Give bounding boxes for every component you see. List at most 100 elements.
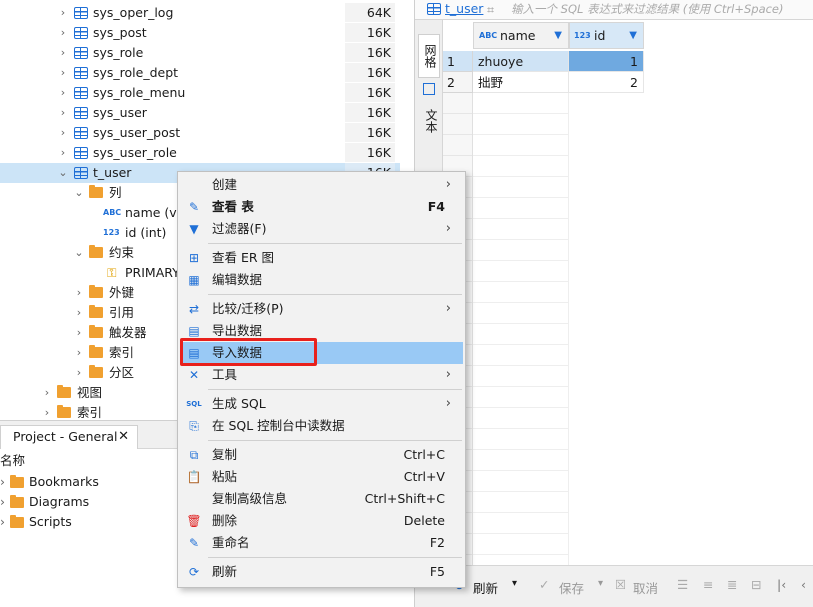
expand-arrow-icon[interactable]: › (58, 123, 68, 143)
tools-icon: ✕ (188, 368, 200, 382)
sort-arrow-icon[interactable]: ▼ (554, 23, 562, 49)
tab-project-general[interactable]: Project - General ✕ (0, 425, 138, 449)
cancel-icon[interactable]: ☒ (615, 577, 626, 592)
menu-item-refresh[interactable]: ⟳ 刷新 F5 (180, 561, 463, 583)
expand-arrow-icon[interactable]: › (42, 403, 52, 420)
expand-arrow-icon[interactable]: › (74, 323, 84, 343)
tree-row-sys-user-role[interactable]: › sys_user_role 16K (0, 143, 400, 163)
number-type-icon: 123 (103, 228, 120, 237)
menu-item-shortcut: Ctrl+V (403, 469, 445, 484)
collapse-arrow-icon[interactable]: ⌄ (74, 183, 84, 203)
expand-arrow-icon[interactable]: › (58, 23, 68, 43)
tree-row-sys-role-menu[interactable]: › sys_role_menu 16K (0, 83, 400, 103)
edit-row-icon[interactable]: ☰ (677, 577, 688, 592)
cell-name[interactable]: 拙野 (473, 72, 569, 93)
tab-text[interactable]: 文本 (418, 100, 440, 142)
menu-item-view-er-diagram[interactable]: ⊞ 查看 ER 图 (180, 247, 463, 269)
menu-item-read-in-sql-console[interactable]: ⎘ 在 SQL 控制台中读数据 (180, 415, 463, 437)
empty-grid-area (473, 93, 569, 565)
save-icon[interactable]: ✓ (539, 577, 549, 592)
tree-row-sys-role[interactable]: › sys_role 16K (0, 43, 400, 63)
tree-row-sys-role-dept[interactable]: › sys_role_dept 16K (0, 63, 400, 83)
column-header-id[interactable]: 123 id ▼ (569, 22, 644, 49)
menu-item-label: 比较/迁移(P) (212, 301, 284, 316)
menu-item-edit-data[interactable]: ▦ 编辑数据 (180, 269, 463, 291)
tree-row-sys-post[interactable]: › sys_post 16K (0, 23, 400, 43)
tab-grid[interactable]: 网格 (418, 34, 440, 78)
table-link[interactable]: t_user (445, 1, 483, 16)
menu-item-shortcut: F2 (429, 535, 445, 550)
expand-arrow-icon[interactable]: › (74, 363, 84, 383)
delete-row-icon[interactable]: ⊟ (751, 577, 761, 592)
close-icon[interactable]: ✕ (118, 426, 129, 448)
menu-item-label: 过滤器(F) (212, 221, 267, 236)
expand-arrow-icon[interactable]: › (58, 63, 68, 83)
save-button[interactable]: 保存 (559, 578, 584, 597)
menu-item-tools[interactable]: ✕ 工具 › (180, 364, 463, 386)
submenu-arrow-icon: › (445, 221, 451, 236)
menu-item-copy-advanced[interactable]: 复制高级信息 Ctrl+Shift+C (180, 488, 463, 510)
menu-item-paste[interactable]: 📋 粘贴 Ctrl+V (180, 466, 463, 488)
tree-row-sys-user[interactable]: › sys_user 16K (0, 103, 400, 123)
menu-item-compare-migrate[interactable]: ⇄ 比较/迁移(P) › (180, 298, 463, 320)
collapse-arrow-icon[interactable]: ⌄ (74, 243, 84, 263)
tree-row-label: 视图 (77, 385, 103, 400)
table-size: 16K (345, 63, 395, 82)
expand-arrow-icon[interactable]: › (58, 3, 68, 23)
filter-history-icon[interactable]: ⌗ (487, 2, 494, 18)
tree-row-sys-oper-log[interactable]: › sys_oper_log 64K (0, 3, 400, 23)
row-number[interactable]: 2 (443, 72, 473, 93)
menu-item-label: 查看 ER 图 (212, 250, 275, 265)
delete-icon: 🗑 (186, 514, 202, 528)
menu-item-view-table[interactable]: ✎ 查看 表 F4 (180, 196, 463, 218)
expand-arrow-icon[interactable]: › (74, 283, 84, 303)
prev-page-icon[interactable]: ‹ (801, 577, 806, 592)
column-header-name[interactable]: ABC name ▼ (473, 22, 569, 49)
rename-icon: ✎ (188, 536, 200, 550)
first-page-icon[interactable]: |‹ (777, 577, 786, 592)
menu-item-rename[interactable]: ✎ 重命名 F2 (180, 532, 463, 554)
scripts-folder-icon (10, 515, 24, 528)
refresh-button[interactable]: 刷新 (473, 578, 498, 597)
folder-icon (89, 285, 103, 298)
menu-item-label: 编辑数据 (212, 272, 263, 287)
menu-item-label: 工具 (212, 367, 238, 382)
expand-arrow-icon[interactable]: › (74, 343, 84, 363)
menu-item-create[interactable]: 创建 › (180, 174, 463, 196)
tree-row-sys-user-post[interactable]: › sys_user_post 16K (0, 123, 400, 143)
expand-arrow-icon[interactable]: › (58, 43, 68, 63)
expand-arrow-icon[interactable]: › (58, 143, 68, 163)
tree-row-label: sys_oper_log (93, 5, 174, 20)
collapse-arrow-icon[interactable]: ⌄ (58, 163, 68, 183)
chevron-down-icon[interactable]: ▾ (512, 578, 517, 589)
result-grid: ABC name ▼ 123 id ▼ 1 zhuoye 1 2 拙野 2 (443, 20, 813, 565)
expand-arrow-icon[interactable]: › (0, 472, 5, 492)
cancel-button[interactable]: 取消 (633, 578, 658, 597)
menu-item-generate-sql[interactable]: SQL 生成 SQL › (180, 393, 463, 415)
add-row-icon[interactable]: ≡ (703, 577, 713, 592)
filter-input[interactable]: 输入一个 SQL 表达式来过滤结果 (使用 Ctrl+Space) (511, 1, 784, 17)
tree-row-label: 索引 (77, 405, 103, 420)
expand-arrow-icon[interactable]: › (42, 383, 52, 403)
table-icon (74, 67, 88, 79)
pencil-icon: ✎ (188, 200, 200, 214)
table-size: 16K (345, 143, 395, 162)
menu-item-label: 在 SQL 控制台中读数据 (212, 418, 345, 433)
expand-arrow-icon[interactable]: › (58, 103, 68, 123)
chevron-down-icon[interactable]: ▾ (598, 578, 603, 589)
cell-id[interactable]: 1 (569, 51, 644, 72)
sort-arrow-icon[interactable]: ▼ (629, 23, 637, 49)
expand-arrow-icon[interactable]: › (0, 492, 5, 512)
menu-item-delete[interactable]: 🗑 删除 Delete (180, 510, 463, 532)
cell-name[interactable]: zhuoye (473, 51, 569, 72)
cell-id[interactable]: 2 (569, 72, 644, 93)
expand-arrow-icon[interactable]: › (58, 83, 68, 103)
menu-item-copy[interactable]: ⧉ 复制 Ctrl+C (180, 444, 463, 466)
expand-arrow-icon[interactable]: › (74, 303, 84, 323)
row-number[interactable]: 1 (443, 51, 473, 72)
menu-item-filter[interactable]: ▼ 过滤器(F) › (180, 218, 463, 240)
tree-row-label: 引用 (109, 305, 135, 320)
folder-icon (89, 365, 103, 378)
copy-row-icon[interactable]: ≣ (727, 577, 737, 592)
expand-arrow-icon[interactable]: › (0, 512, 5, 532)
